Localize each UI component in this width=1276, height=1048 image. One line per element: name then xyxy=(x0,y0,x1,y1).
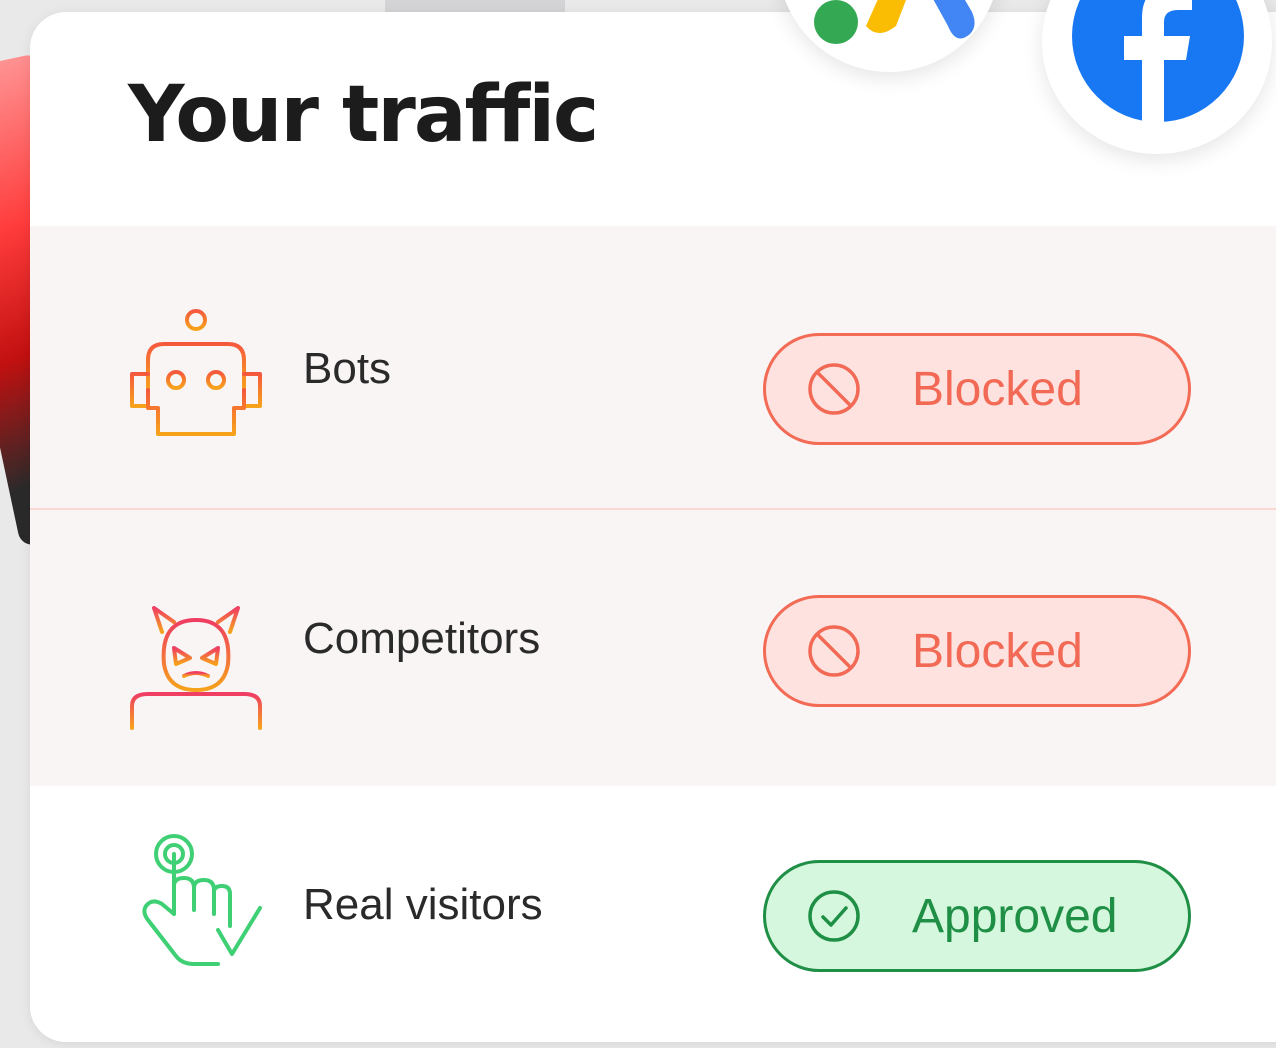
check-circle-icon xyxy=(806,888,862,944)
blocked-status-button[interactable]: Blocked xyxy=(763,595,1191,707)
prohibited-icon xyxy=(806,361,862,417)
status-label: Blocked xyxy=(912,362,1083,416)
blocked-status-button[interactable]: Blocked xyxy=(763,333,1191,445)
google-ads-badge xyxy=(778,0,1000,72)
google-ads-logo xyxy=(814,0,975,44)
status-label: Blocked xyxy=(912,624,1083,678)
traffic-card: Your traffic Bots Blocked Competitors Bl… xyxy=(30,12,1276,1042)
approved-status-button[interactable]: Approved xyxy=(763,860,1191,972)
traffic-row-real-visitors: Real visitors Approved xyxy=(30,786,1276,1042)
page-title: Your traffic xyxy=(128,70,599,160)
traffic-row-competitors: Competitors Blocked xyxy=(30,510,1276,786)
facebook-badge xyxy=(1042,0,1272,154)
pointing-hand-icon xyxy=(134,830,274,984)
row-label-bots: Bots xyxy=(303,344,392,393)
facebook-logo xyxy=(1072,0,1244,122)
row-label-real-visitors: Real visitors xyxy=(303,880,543,929)
row-label-competitors: Competitors xyxy=(303,614,541,663)
prohibited-icon xyxy=(806,623,862,679)
devil-icon xyxy=(126,602,266,736)
status-label: Approved xyxy=(912,889,1118,943)
robot-icon xyxy=(126,308,266,444)
traffic-row-bots: Bots Blocked xyxy=(30,226,1276,508)
